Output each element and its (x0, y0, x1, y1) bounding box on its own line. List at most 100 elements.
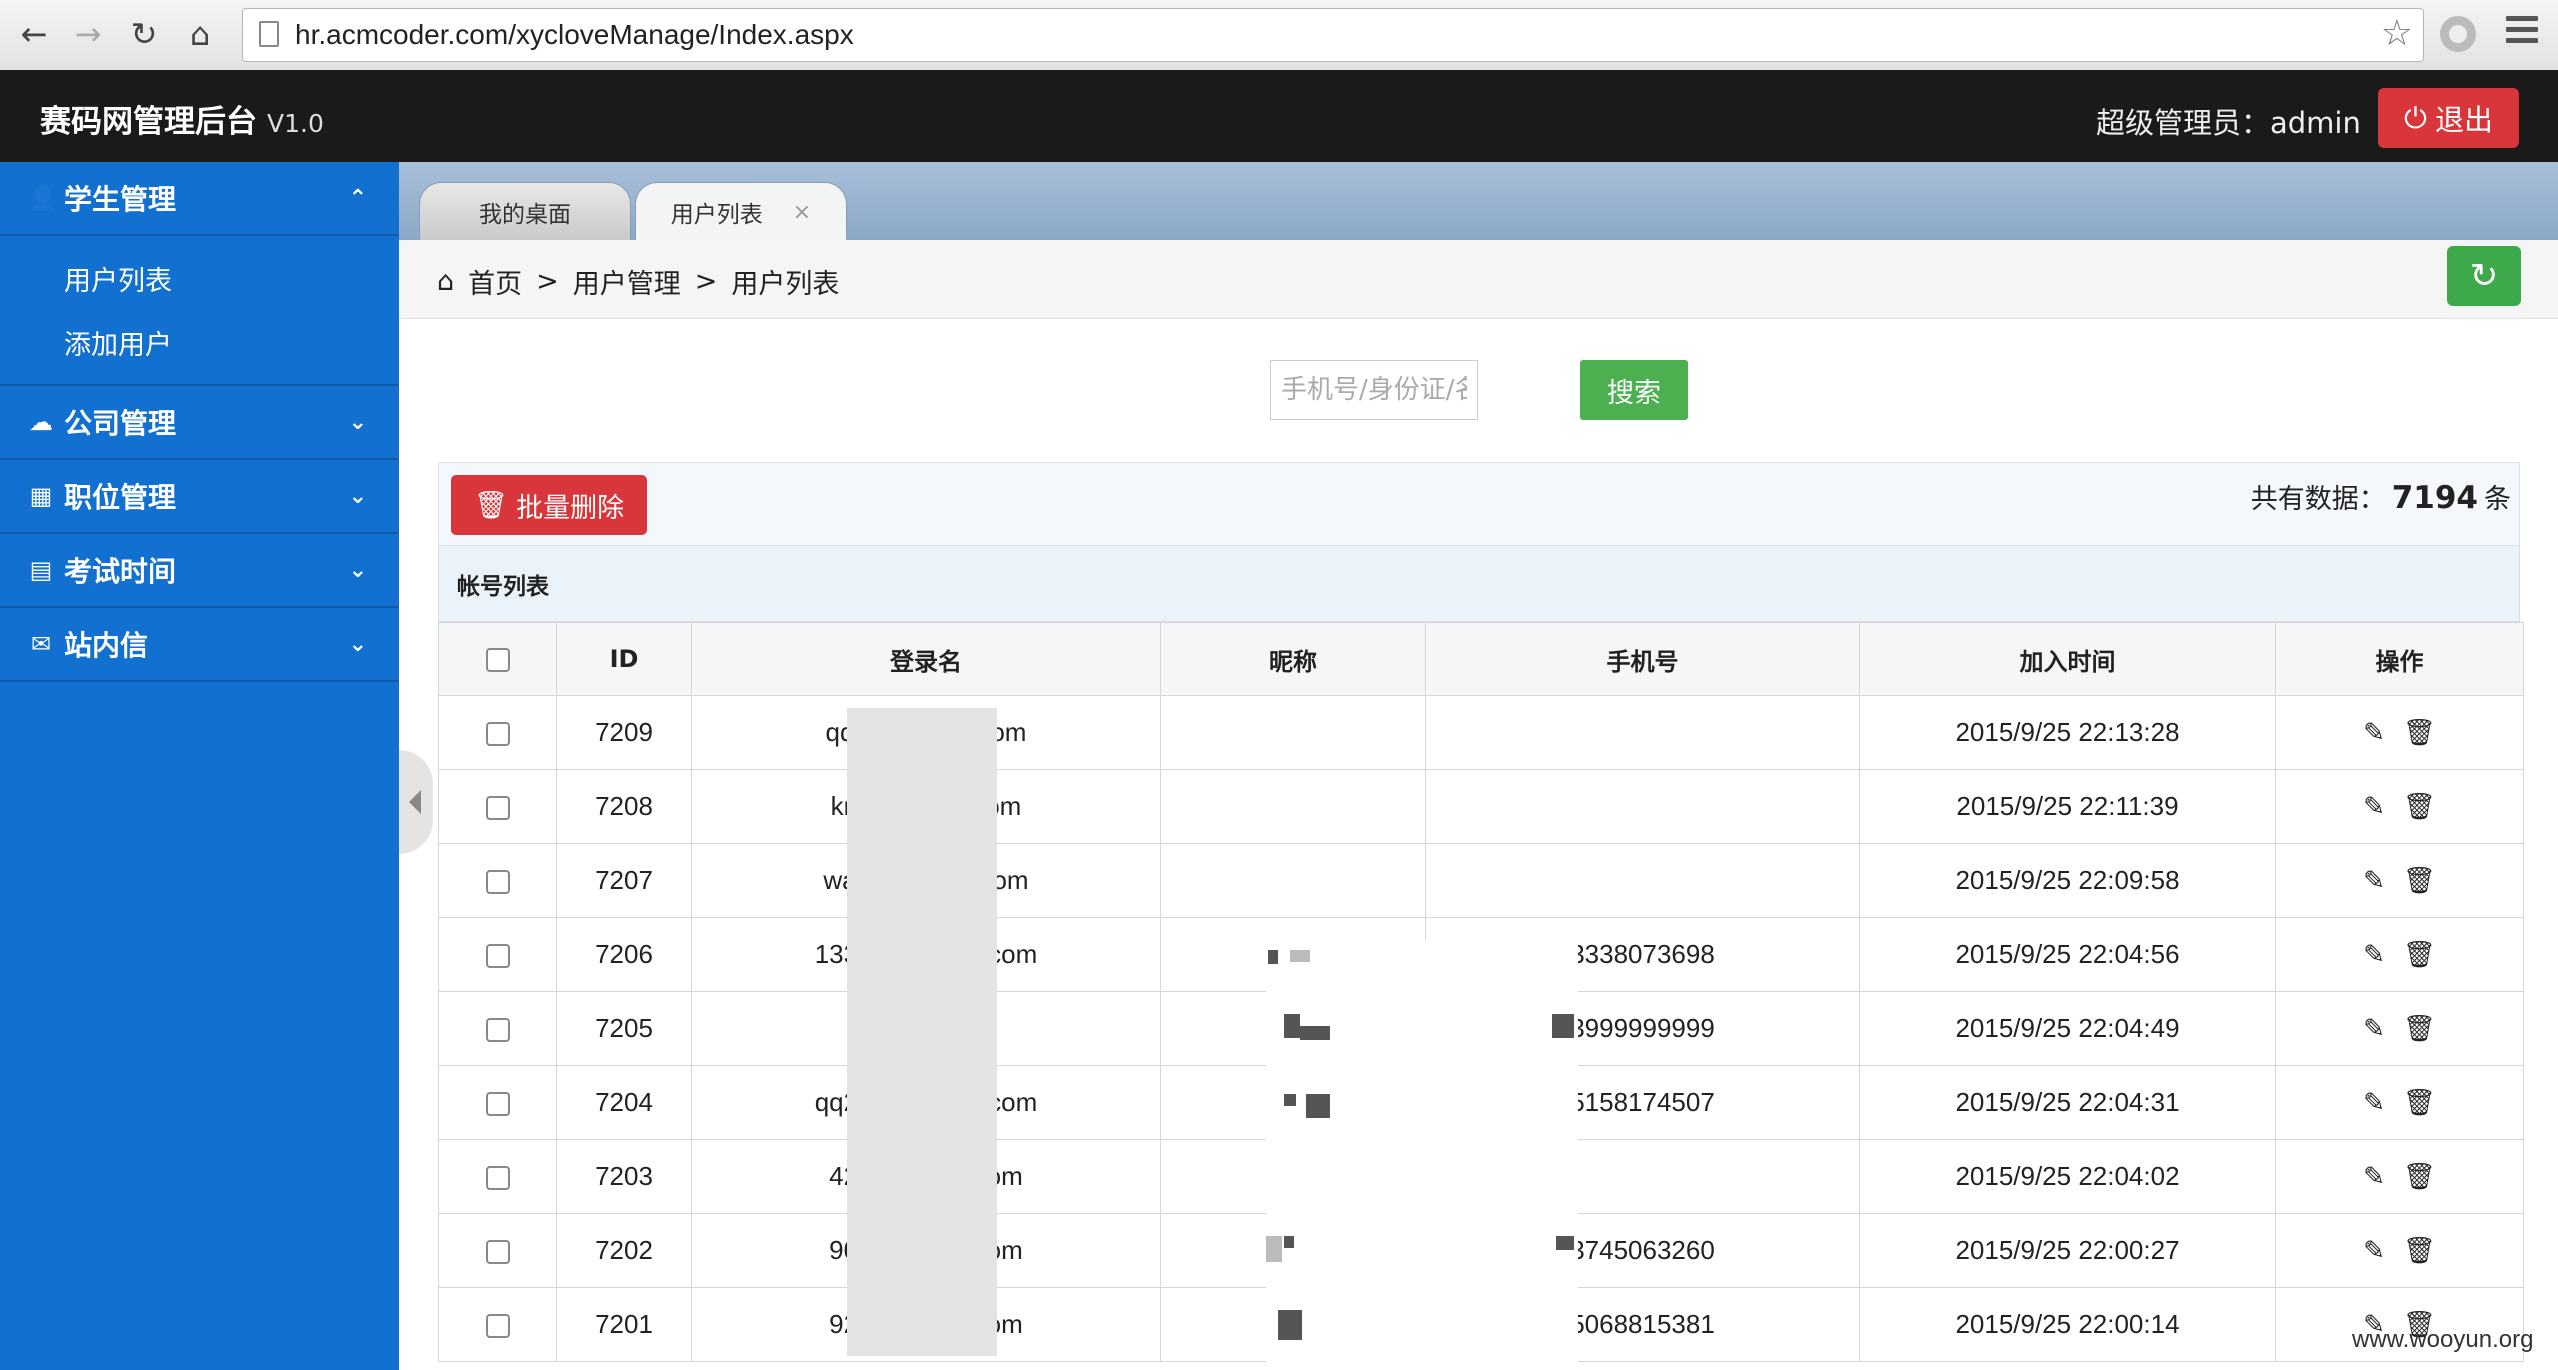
trash-icon[interactable]: 🗑 (2403, 791, 2436, 822)
edit-icon[interactable]: ✎ (2363, 1235, 2385, 1266)
cell-joined: 2015/9/25 22:00:14 (1859, 1287, 2276, 1362)
chevron-down-icon: ⌄ (348, 632, 367, 657)
edit-icon[interactable]: ✎ (2363, 1013, 2385, 1044)
batch-delete-button[interactable]: 🗑 批量删除 (451, 475, 647, 535)
trash-icon[interactable]: 🗑 (2403, 1013, 2436, 1044)
sidebar-item-add-user[interactable]: 添加用户 (0, 310, 399, 374)
row-checkbox[interactable] (485, 870, 510, 895)
cell-joined: 2015/9/25 22:04:02 (1859, 1139, 2276, 1214)
search-button[interactable]: 搜索 (1580, 360, 1688, 420)
browser-menu-icon[interactable] (2506, 16, 2538, 49)
forward-arrow-icon[interactable]: → (68, 14, 108, 54)
row-checkbox-cell[interactable] (438, 1287, 557, 1362)
row-checkbox[interactable] (485, 1018, 510, 1043)
url-text[interactable]: hr.acmcoder.com/xycloveManage/Index.aspx (295, 19, 854, 51)
sidebar-group-company[interactable]: ☁ 公司管理 ⌄ (0, 386, 399, 460)
cell-joined: 2015/9/25 22:09:58 (1859, 843, 2276, 918)
row-checkbox-cell[interactable] (438, 1213, 557, 1288)
cell-id: 7206 (556, 917, 692, 992)
sidebar-group-exam[interactable]: ▤ 考试时间 ⌄ (0, 534, 399, 608)
row-checkbox[interactable] (485, 796, 510, 821)
row-checkbox-cell[interactable] (438, 917, 557, 992)
cell-nickname (1160, 843, 1426, 918)
trash-icon[interactable]: 🗑 (2403, 1087, 2436, 1118)
select-all-header[interactable] (438, 622, 557, 696)
edit-icon[interactable]: ✎ (2363, 865, 2385, 896)
sidebar-collapse-handle[interactable] (399, 750, 433, 854)
pixelated-text (1306, 1094, 1330, 1118)
row-checkbox[interactable] (485, 1240, 510, 1265)
breadcrumb-home[interactable]: 首页 (468, 262, 522, 301)
trash-icon[interactable]: 🗑 (2403, 865, 2436, 896)
row-checkbox-cell[interactable] (438, 991, 557, 1066)
column-header-joined: 加入时间 (1859, 622, 2276, 696)
total-number: 7194 (2391, 480, 2478, 516)
logout-button[interactable]: ⏻ 退出 (2378, 88, 2519, 148)
row-checkbox[interactable] (485, 722, 510, 747)
select-all-checkbox[interactable] (485, 648, 510, 672)
cell-joined: 2015/9/25 22:04:49 (1859, 991, 2276, 1066)
cell-id: 7204 (556, 1065, 692, 1140)
tab-user-list[interactable]: 用户列表 × (635, 182, 847, 241)
row-checkbox-cell[interactable] (438, 695, 557, 770)
cell-joined: 2015/9/25 22:00:27 (1859, 1213, 2276, 1288)
pixelated-text (1284, 1236, 1294, 1248)
home-icon[interactable]: ⌂ (180, 14, 220, 54)
page-icon (259, 21, 279, 47)
logout-label: 退出 (2434, 103, 2493, 137)
watermark: www.wooyun.org (2352, 1326, 2534, 1353)
row-checkbox-cell[interactable] (438, 1139, 557, 1214)
breadcrumb-user-manage[interactable]: 用户管理 (573, 262, 681, 301)
table-row: 7208kris .com2015/9/25 22:11:39✎🗑 (438, 769, 2524, 844)
refresh-button[interactable]: ↻ (2447, 246, 2521, 306)
browser-toolbar: ← → ↻ ⌂ hr.acmcoder.com/xycloveManage/In… (0, 0, 2558, 71)
cell-joined: 2015/9/25 22:13:28 (1859, 695, 2276, 770)
back-arrow-icon[interactable]: ← (14, 14, 54, 54)
cell-phone (1425, 695, 1860, 770)
row-checkbox[interactable] (485, 944, 510, 969)
row-checkbox[interactable] (485, 1166, 510, 1191)
sidebar-item-user-list[interactable]: 用户列表 (0, 246, 399, 310)
sidebar-group-student[interactable]: 👤 学生管理 ⌃ (0, 162, 399, 236)
cell-id: 7205 (556, 991, 692, 1066)
breadcrumb-separator: > (694, 266, 718, 297)
chevron-up-icon: ⌃ (348, 186, 367, 211)
sidebar-group-label: 考试时间 (64, 555, 177, 588)
pixelated-text (1300, 1026, 1330, 1040)
user-icon: 👤 (28, 184, 58, 212)
row-checkbox[interactable] (485, 1092, 510, 1117)
column-header-id: ID (556, 622, 692, 696)
close-icon[interactable]: × (793, 200, 811, 225)
trash-icon[interactable]: 🗑 (2403, 1161, 2436, 1192)
chevron-down-icon: ⌄ (348, 410, 367, 435)
pixelated-text (1278, 1310, 1302, 1340)
tab-desktop[interactable]: 我的桌面 (419, 182, 631, 241)
address-bar[interactable]: hr.acmcoder.com/xycloveManage/Index.aspx… (242, 8, 2424, 62)
column-header-actions: 操作 (2275, 622, 2524, 696)
row-checkbox-cell[interactable] (438, 843, 557, 918)
cell-nickname (1160, 695, 1426, 770)
cell-id: 7209 (556, 695, 692, 770)
reload-icon[interactable]: ↻ (124, 14, 164, 54)
bookmark-star-icon[interactable]: ☆ (2381, 13, 2413, 54)
extension-icon[interactable] (2440, 16, 2476, 52)
cell-actions: ✎ 🗑 (2275, 991, 2524, 1066)
row-checkbox-cell[interactable] (438, 1065, 557, 1140)
trash-icon[interactable]: 🗑 (2403, 1235, 2436, 1266)
edit-icon[interactable]: ✎ (2363, 1087, 2385, 1118)
edit-icon[interactable]: ✎ (2363, 717, 2385, 748)
edit-icon[interactable]: ✎ (2363, 939, 2385, 970)
trash-icon[interactable]: 🗑 (2403, 939, 2436, 970)
row-checkbox[interactable] (485, 1314, 510, 1339)
row-checkbox-cell[interactable] (438, 769, 557, 844)
search-input[interactable] (1270, 360, 1478, 420)
home-icon: ⌂ (437, 266, 455, 297)
admin-label: 超级管理员：admin (2096, 106, 2361, 140)
pixelated-text (1552, 1014, 1574, 1038)
edit-icon[interactable]: ✎ (2363, 1161, 2385, 1192)
cell-actions: ✎ 🗑 (2275, 1065, 2524, 1140)
sidebar-group-messages[interactable]: ✉ 站内信 ⌄ (0, 608, 399, 682)
sidebar-group-position[interactable]: ▦ 职位管理 ⌄ (0, 460, 399, 534)
edit-icon[interactable]: ✎ (2363, 791, 2385, 822)
trash-icon[interactable]: 🗑 (2403, 717, 2436, 748)
